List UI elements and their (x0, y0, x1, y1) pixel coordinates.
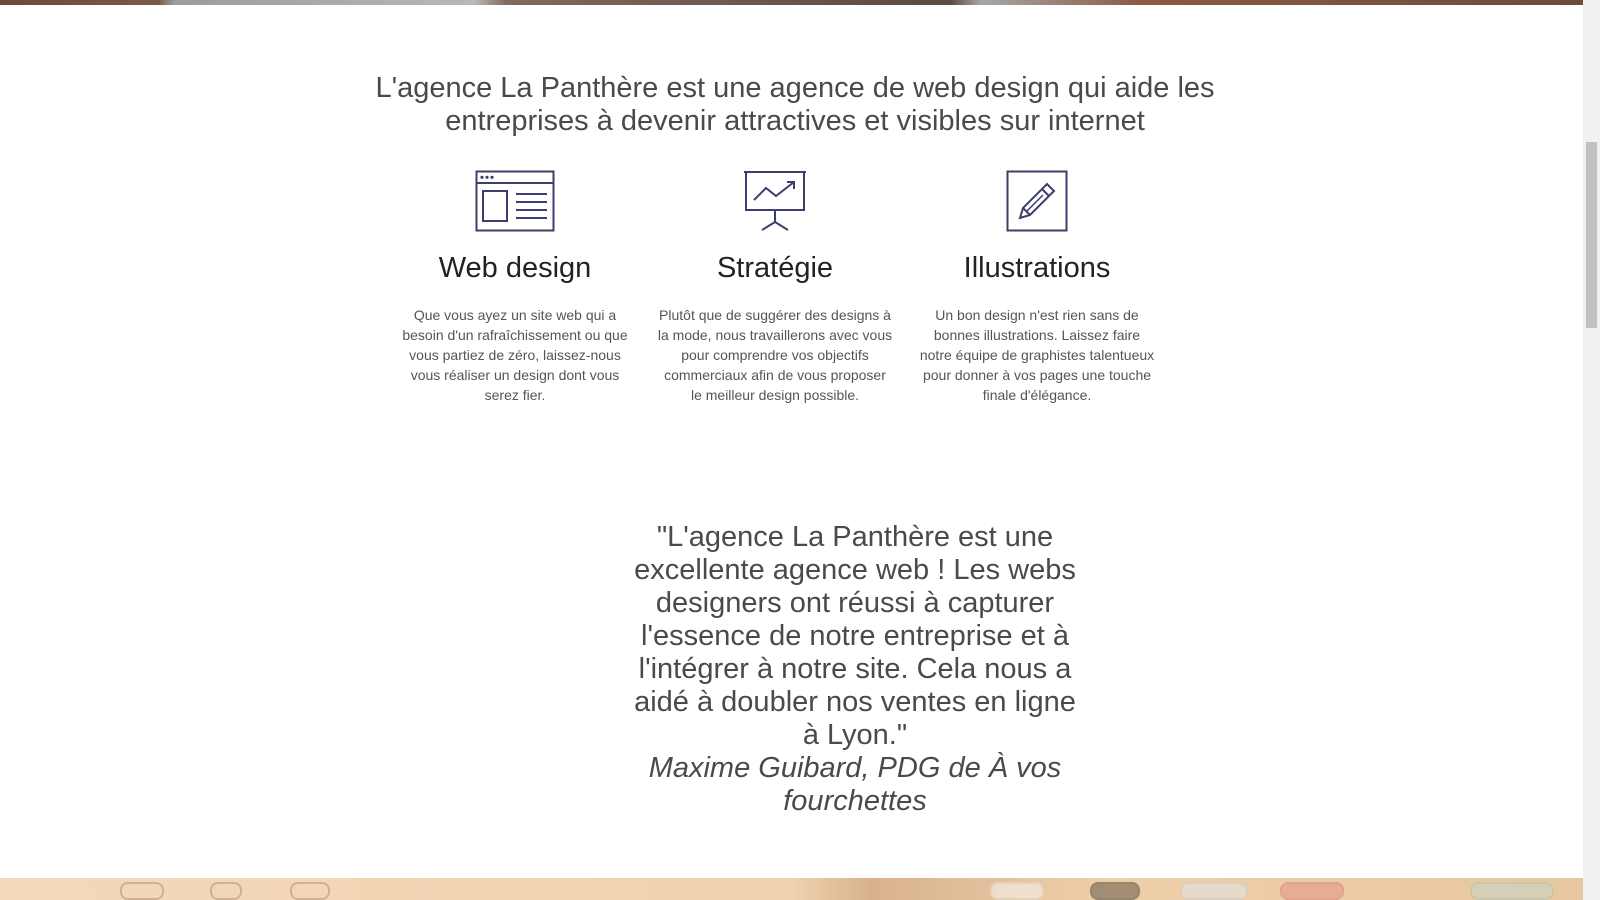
service-description: Que vous ayez un site web qui a besoin d… (402, 307, 628, 403)
testimonial-author: Maxime Guibard, PDG de À vos fourchettes (648, 752, 1062, 817)
pencil-square-icon (1006, 170, 1068, 232)
service-illustrations: Illustrations Un bon design n'est rien s… (917, 168, 1157, 405)
service-title: Illustrations (963, 252, 1111, 284)
device-shape (1090, 882, 1140, 900)
doodle-shape (210, 882, 242, 900)
hero-image-bottom-edge (0, 0, 1583, 5)
testimonial: "L'agence La Panthère est une excellente… (630, 521, 1080, 818)
doodle-shape (290, 882, 330, 900)
presentation-chart-icon (744, 171, 806, 231)
service-strategie: Stratégie Plutôt que de suggérer des des… (655, 168, 895, 405)
service-title: Web design (438, 252, 592, 284)
device-shape (990, 882, 1044, 900)
doodle-shape (120, 882, 164, 900)
service-title: Stratégie (716, 252, 834, 284)
service-description: Plutôt que de suggérer des designs à la … (657, 307, 893, 403)
vertical-scrollbar[interactable] (1583, 0, 1600, 900)
next-section-image-top-edge (0, 878, 1583, 900)
device-shape (1180, 882, 1248, 900)
service-description: Un bon design n'est rien sans de bonnes … (919, 307, 1155, 403)
intro-heading: L'agence La Panthère est une agence de w… (375, 72, 1215, 137)
testimonial-quote: "L'agence La Panthère est une excellente… (634, 521, 1076, 751)
scrollbar-thumb[interactable] (1586, 142, 1597, 328)
page: L'agence La Panthère est une agence de w… (0, 0, 1583, 900)
browser-window-icon (475, 170, 555, 232)
services-section: Web design Que vous ayez un site web qui… (395, 168, 1195, 418)
device-shape (1470, 882, 1554, 900)
service-web-design: Web design Que vous ayez un site web qui… (395, 168, 635, 405)
device-shape (1280, 882, 1344, 900)
